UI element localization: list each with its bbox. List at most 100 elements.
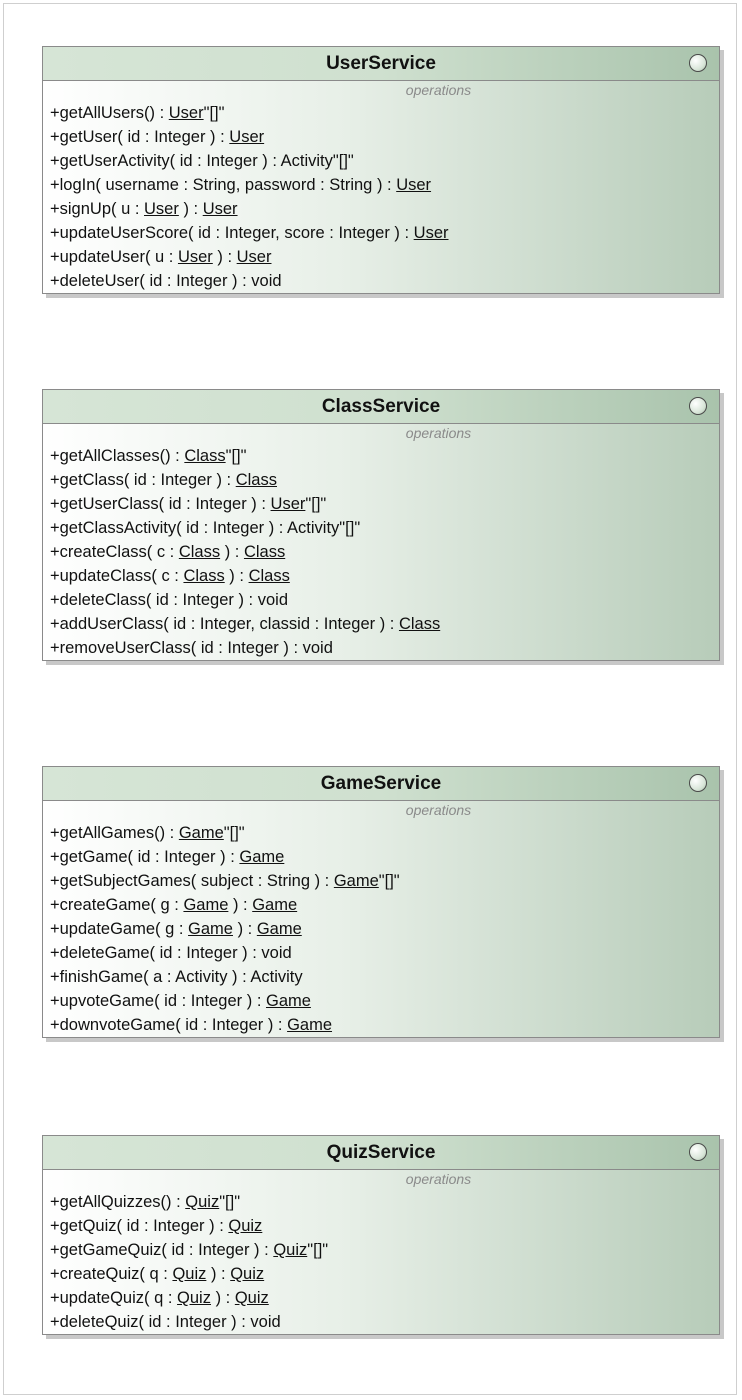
class-header: ClassService [43, 390, 719, 424]
type-reference-link[interactable]: Quiz [185, 1193, 219, 1211]
operation-text: +getUserActivity( id : Integer ) : Activ… [50, 152, 354, 170]
operation-row[interactable]: +createGame( g : Game ) : Game [43, 893, 719, 917]
type-reference-link[interactable]: User [203, 200, 238, 218]
type-reference-link[interactable]: Game [257, 920, 302, 938]
operations-list: +getAllUsers() : User"[]" +getUser( id : … [43, 101, 719, 293]
operation-row[interactable]: +deleteQuiz( id : Integer ) : void [43, 1310, 719, 1334]
operation-row[interactable]: +downvoteGame( id : Integer ) : Game [43, 1013, 719, 1037]
type-reference-link[interactable]: Game [287, 1016, 332, 1034]
operation-row[interactable]: +updateUser( u : User ) : User [43, 245, 719, 269]
operation-row[interactable]: +getAllGames() : Game"[]" [43, 821, 719, 845]
type-reference-link[interactable]: Game [239, 848, 284, 866]
operation-row[interactable]: +getUser( id : Integer ) : User [43, 125, 719, 149]
operation-text: +updateUser( u : [50, 248, 178, 266]
class-classservice[interactable]: ClassService operations +getAllClasses()… [42, 389, 720, 661]
operation-text: +getQuiz( id : Integer ) : [50, 1217, 229, 1235]
type-reference-link[interactable]: Game [266, 992, 311, 1010]
operation-text: ) : [228, 896, 253, 914]
operation-row[interactable]: +updateGame( g : Game ) : Game [43, 917, 719, 941]
operation-text: +createClass( c : [50, 543, 179, 561]
operation-text: ) : [220, 543, 244, 561]
operation-text: +updateQuiz( q : [50, 1289, 178, 1307]
operation-row[interactable]: +getGame( id : Integer ) : Game [43, 845, 719, 869]
operation-text: ) : [224, 567, 249, 585]
operation-text: "[]" [223, 824, 245, 842]
type-reference-link[interactable]: Quiz [230, 1265, 264, 1283]
class-name: GameService [320, 773, 442, 794]
type-reference-link[interactable]: Quiz [235, 1289, 269, 1307]
class-name: UserService [326, 53, 436, 74]
type-reference-link[interactable]: User [178, 248, 213, 266]
operation-row[interactable]: +updateUserScore( id : Integer, score : … [43, 221, 719, 245]
type-reference-link[interactable]: Class [179, 543, 220, 561]
operation-text: +getUserClass( id : Integer ) : [50, 495, 271, 513]
operation-row[interactable]: +signUp( u : User ) : User [43, 197, 719, 221]
type-reference-link[interactable]: User [237, 248, 272, 266]
operation-row[interactable]: +logIn( username : String, password : St… [43, 173, 719, 197]
interface-circle-icon [689, 54, 707, 72]
type-reference-link[interactable]: User [271, 495, 306, 513]
operation-text: +getAllClasses() : [50, 447, 185, 465]
type-reference-link[interactable]: User [414, 224, 449, 242]
operation-text: +getUser( id : Integer ) : [50, 128, 230, 146]
operation-text: +addUserClass( id : Integer, classid : I… [50, 615, 399, 633]
type-reference-link[interactable]: Quiz [172, 1265, 206, 1283]
operation-row[interactable]: +getAllClasses() : Class"[]" [43, 444, 719, 468]
type-reference-link[interactable]: Game [179, 824, 224, 842]
operation-row[interactable]: +upvoteGame( id : Integer ) : Game [43, 989, 719, 1013]
class-header: UserService [43, 47, 719, 81]
type-reference-link[interactable]: Class [244, 543, 285, 561]
operation-text: +updateGame( g : [50, 920, 189, 938]
type-reference-link[interactable]: Game [334, 872, 379, 890]
operation-row[interactable]: +addUserClass( id : Integer, classid : I… [43, 612, 719, 636]
operation-text: +getAllGames() : [50, 824, 179, 842]
interface-circle-icon [689, 1143, 707, 1161]
type-reference-link[interactable]: Class [183, 567, 224, 585]
type-reference-link[interactable]: Class [249, 567, 290, 585]
type-reference-link[interactable]: Class [184, 447, 225, 465]
operation-row[interactable]: +createClass( c : Class ) : Class [43, 540, 719, 564]
operation-row[interactable]: +getUserClass( id : Integer ) : User"[]" [43, 492, 719, 516]
type-reference-link[interactable]: Quiz [273, 1241, 307, 1259]
type-reference-link[interactable]: Class [236, 471, 277, 489]
operation-row[interactable]: +getAllUsers() : User"[]" [43, 101, 719, 125]
operation-row[interactable]: +deleteClass( id : Integer ) : void [43, 588, 719, 612]
type-reference-link[interactable]: Game [188, 920, 233, 938]
class-header: GameService [43, 767, 719, 801]
operation-row[interactable]: +finishGame( a : Activity ) : Activity [43, 965, 719, 989]
type-reference-link[interactable]: Quiz [177, 1289, 211, 1307]
interface-circle-icon [689, 397, 707, 415]
class-quizservice[interactable]: QuizService operations +getAllQuizzes() … [42, 1135, 720, 1335]
operation-text: +getSubjectGames( subject : String ) : [50, 872, 334, 890]
operation-row[interactable]: +updateQuiz( q : Quiz ) : Quiz [43, 1286, 719, 1310]
operation-text: +getClassActivity( id : Integer ) : Acti… [50, 519, 361, 537]
operation-row[interactable]: +removeUserClass( id : Integer ) : void [43, 636, 719, 660]
type-reference-link[interactable]: Class [399, 615, 440, 633]
operation-row[interactable]: +deleteUser( id : Integer ) : void [43, 269, 719, 293]
operation-text: +getGameQuiz( id : Integer ) : [50, 1241, 274, 1259]
operation-row[interactable]: +getAllQuizzes() : Quiz"[]" [43, 1190, 719, 1214]
class-gameservice[interactable]: GameService operations +getAllGames() : … [42, 766, 720, 1038]
operation-row[interactable]: +getQuiz( id : Integer ) : Quiz [43, 1214, 719, 1238]
operation-row[interactable]: +getGameQuiz( id : Integer ) : Quiz"[]" [43, 1238, 719, 1262]
operation-row[interactable]: +createQuiz( q : Quiz ) : Quiz [43, 1262, 719, 1286]
operation-text: +getAllUsers() : [50, 104, 169, 122]
operation-text: +getAllQuizzes() : [50, 1193, 186, 1211]
type-reference-link[interactable]: User [144, 200, 179, 218]
operation-row[interactable]: +getClassActivity( id : Integer ) : Acti… [43, 516, 719, 540]
operation-row[interactable]: +updateClass( c : Class ) : Class [43, 564, 719, 588]
operation-row[interactable]: +getClass( id : Integer ) : Class [43, 468, 719, 492]
operation-row[interactable]: +getUserActivity( id : Integer ) : Activ… [43, 149, 719, 173]
type-reference-link[interactable]: Game [183, 896, 228, 914]
operation-row[interactable]: +deleteGame( id : Integer ) : void [43, 941, 719, 965]
type-reference-link[interactable]: Game [252, 896, 297, 914]
type-reference-link[interactable]: User [169, 104, 204, 122]
operation-text: ) : [178, 200, 203, 218]
type-reference-link[interactable]: Quiz [228, 1217, 262, 1235]
operation-text: +updateUserScore( id : Integer, score : … [50, 224, 414, 242]
class-userservice[interactable]: UserService operations +getAllUsers() : … [42, 46, 720, 294]
type-reference-link[interactable]: User [396, 176, 431, 194]
operation-row[interactable]: +getSubjectGames( subject : String ) : G… [43, 869, 719, 893]
operations-list: +getAllClasses() : Class"[]" +getClass( i… [43, 444, 719, 660]
type-reference-link[interactable]: User [229, 128, 264, 146]
